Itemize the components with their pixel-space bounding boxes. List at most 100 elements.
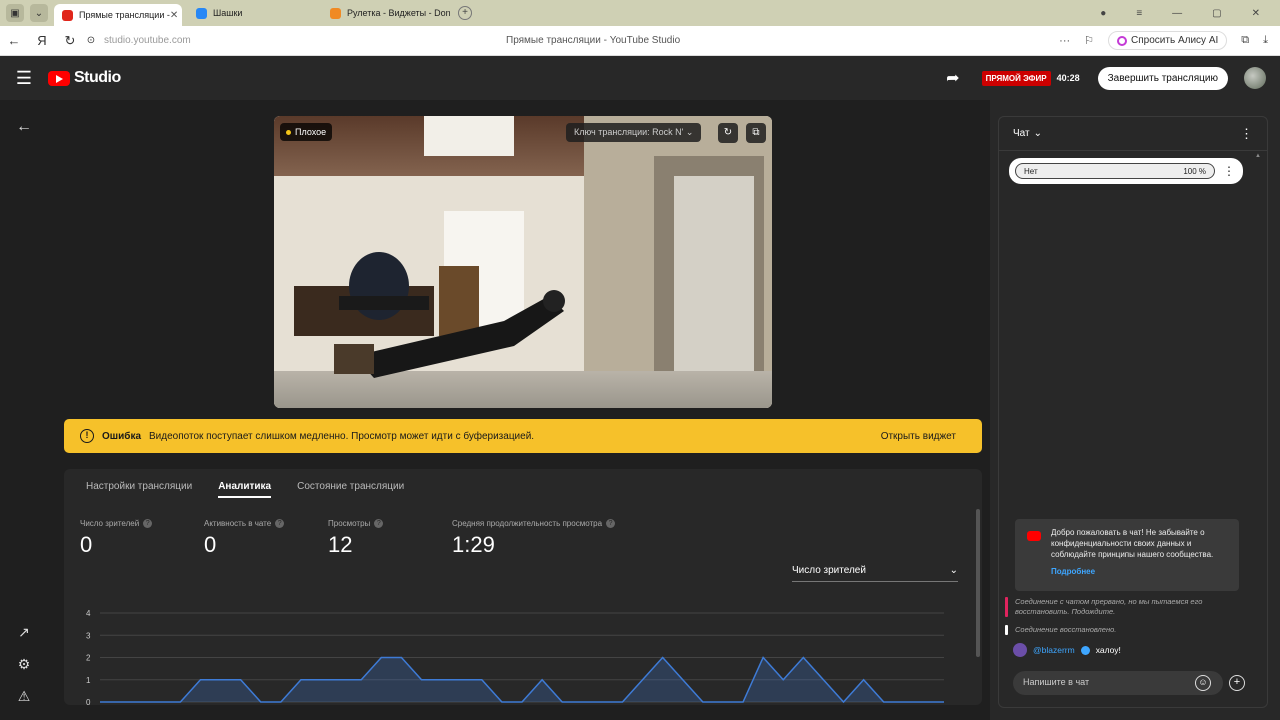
alice-button[interactable]: Спросить Алису AI	[1108, 31, 1228, 50]
tabs-dropdown-icon[interactable]: ⌄	[30, 4, 48, 22]
menu-icon[interactable]: ≡	[1136, 8, 1142, 19]
stream-key-select[interactable]: Ключ трансляции: Rock N' ⌄	[566, 123, 702, 142]
avatar[interactable]	[1244, 67, 1266, 89]
preview-image	[274, 116, 772, 408]
viewers-chart: 4 3 2 1 0	[86, 609, 944, 705]
reload-icon[interactable]: ↻	[56, 33, 84, 49]
logo-text: Studio	[74, 69, 121, 86]
add-icon[interactable]: +	[1229, 675, 1245, 691]
chat-panel: Чат ⌄ ⋮ ▲ Нет 100 % ⋮ Добро пожаловать в…	[998, 116, 1268, 708]
tab-roulette[interactable]: Рулетка - Виджеты - Dona	[322, 2, 450, 24]
stream-preview[interactable]: Плохое Ключ трансляции: Rock N' ⌄ ↻ ⧉	[274, 116, 772, 408]
dropdown-label: Число зрителей	[792, 565, 866, 576]
chat-message: @blazerrm халоу!	[1013, 643, 1121, 657]
metric-value: 1:29	[452, 532, 495, 557]
browser-menu-icon[interactable]: ▣	[6, 4, 24, 22]
poll-banner[interactable]: Нет 100 % ⋮	[1009, 158, 1243, 184]
menu-hamburger-icon[interactable]: ☰	[0, 68, 48, 89]
external-link-icon[interactable]: ↗	[0, 624, 48, 641]
help-icon[interactable]: ?	[374, 519, 384, 528]
y-tick-label: 3	[86, 631, 91, 640]
system-message: Соединение с чатом прервано, но мы пытае…	[1005, 597, 1235, 617]
message-author[interactable]: @blazerrm	[1033, 645, 1075, 655]
youtube-icon	[1027, 531, 1041, 541]
scroll-up-icon[interactable]: ▲	[1255, 153, 1261, 159]
chevron-down-icon[interactable]: ⌄	[1034, 128, 1042, 139]
chat-title[interactable]: Чат	[1013, 128, 1030, 139]
site-info-icon[interactable]: ⊙	[84, 35, 98, 46]
metric-value: 0	[80, 532, 93, 557]
message-text: халоу!	[1095, 645, 1121, 655]
back-arrow-icon[interactable]: ←	[0, 118, 48, 136]
more-dots-icon[interactable]: ···	[1059, 35, 1070, 47]
error-title: Ошибка	[102, 430, 142, 442]
help-icon[interactable]: ?	[143, 519, 153, 528]
welcome-text: Добро пожаловать в чат! Не забывайте о к…	[1051, 528, 1214, 559]
y-tick-label: 0	[86, 698, 91, 705]
url-field[interactable]: studio.youtube.com	[104, 35, 191, 46]
browser-tab-bar: ▣ ⌄ Прямые трансляции - ✕ Шашки Рулетка …	[0, 0, 1280, 26]
yandex-icon[interactable]: Я	[28, 33, 56, 48]
vk-favicon-icon	[196, 7, 207, 19]
back-icon[interactable]: ←	[0, 33, 28, 48]
metric-value: 12	[328, 532, 353, 557]
error-banner: ! Ошибка Видеопоток поступает слишком ме…	[64, 419, 982, 453]
tab-youtube-studio[interactable]: Прямые трансляции - ✕	[54, 4, 182, 26]
poll-option: Нет 100 %	[1015, 163, 1215, 179]
error-message: Видеопоток поступает слишком медленно. П…	[149, 430, 535, 442]
refresh-key-icon[interactable]: ↻	[718, 123, 738, 143]
minimize-icon[interactable]: —	[1172, 8, 1182, 19]
left-rail: ← ↗ ⚙ ⚠	[0, 100, 48, 720]
copy-key-icon[interactable]: ⧉	[746, 123, 766, 143]
y-tick-label: 4	[86, 609, 91, 618]
poll-option-label: Нет	[1024, 166, 1038, 176]
poll-percent: 100 %	[1183, 166, 1206, 176]
bookmark-icon[interactable]: ⚐	[1084, 34, 1094, 47]
chat-input[interactable]: Напишите в чат	[1013, 671, 1223, 695]
live-timer: 40:28	[1056, 73, 1080, 83]
metric-label: Средняя продолжительность просмотра	[452, 519, 603, 528]
avatar[interactable]	[1013, 643, 1027, 657]
tab-analytics[interactable]: Аналитика	[218, 481, 272, 498]
emoji-icon[interactable]: ☺	[1195, 675, 1211, 691]
end-stream-button[interactable]: Завершить трансляцию	[1097, 66, 1228, 90]
stream-quality-badge: Плохое	[280, 123, 333, 141]
settings-icon[interactable]: ⚙	[0, 656, 48, 673]
metric-dropdown[interactable]: Число зрителей ⌄	[792, 565, 958, 582]
help-icon[interactable]: ?	[606, 519, 616, 528]
chevron-down-icon: ⌄	[949, 565, 958, 576]
live-badge: ПРЯМОЙ ЭФИР	[981, 70, 1051, 86]
new-tab-button[interactable]: +	[458, 6, 472, 20]
studio-logo[interactable]: Studio	[48, 69, 121, 87]
main-content: Плохое Ключ трансляции: Rock N' ⌄ ↻ ⧉ ! …	[48, 100, 990, 720]
tab-stream-health[interactable]: Состояние трансляции	[297, 481, 404, 498]
help-icon[interactable]: ?	[275, 519, 285, 528]
tab-shashki[interactable]: Шашки	[188, 2, 316, 24]
metric-label: Активность в чате	[204, 519, 272, 528]
status-bar	[1005, 625, 1008, 635]
browser-page-title: Прямые трансляции - YouTube Studio	[506, 35, 681, 46]
reader-icon[interactable]: ⧉	[1241, 34, 1249, 47]
download-icon[interactable]: ⤓	[1263, 34, 1268, 47]
system-message-text: Соединение с чатом прервано, но мы пытае…	[1015, 597, 1203, 616]
maximize-icon[interactable]: ▢	[1212, 8, 1221, 19]
chat-more-icon[interactable]: ⋮	[1240, 126, 1253, 142]
feedback-icon[interactable]: ⚠	[0, 688, 48, 705]
donationalerts-favicon-icon	[330, 7, 341, 19]
poll-more-icon[interactable]: ⋮	[1223, 164, 1235, 178]
quality-label: Плохое	[295, 127, 327, 137]
close-window-icon[interactable]: ✕	[1252, 8, 1260, 19]
metric-value: 0	[204, 532, 217, 557]
analytics-panel: Настройки трансляции Аналитика Состояние…	[64, 469, 982, 705]
panel-scrollbar[interactable]	[976, 509, 980, 657]
learn-more-link[interactable]: Подробнее	[1051, 566, 1229, 577]
youtube-logo-icon	[48, 70, 70, 86]
studio-header: ☰ Studio ➦ ПРЯМОЙ ЭФИР 40:28 Завершить т…	[0, 56, 1280, 100]
warning-icon: !	[80, 429, 94, 443]
share-icon[interactable]: ➦	[946, 68, 959, 88]
tab-label: Прямые трансляции -	[79, 10, 170, 20]
close-tab-icon[interactable]: ✕	[170, 10, 178, 21]
tab-stream-settings[interactable]: Настройки трансляции	[86, 481, 192, 498]
profile-icon[interactable]: ●	[1100, 8, 1106, 19]
open-widget-link[interactable]: Открыть виджет	[881, 431, 956, 442]
